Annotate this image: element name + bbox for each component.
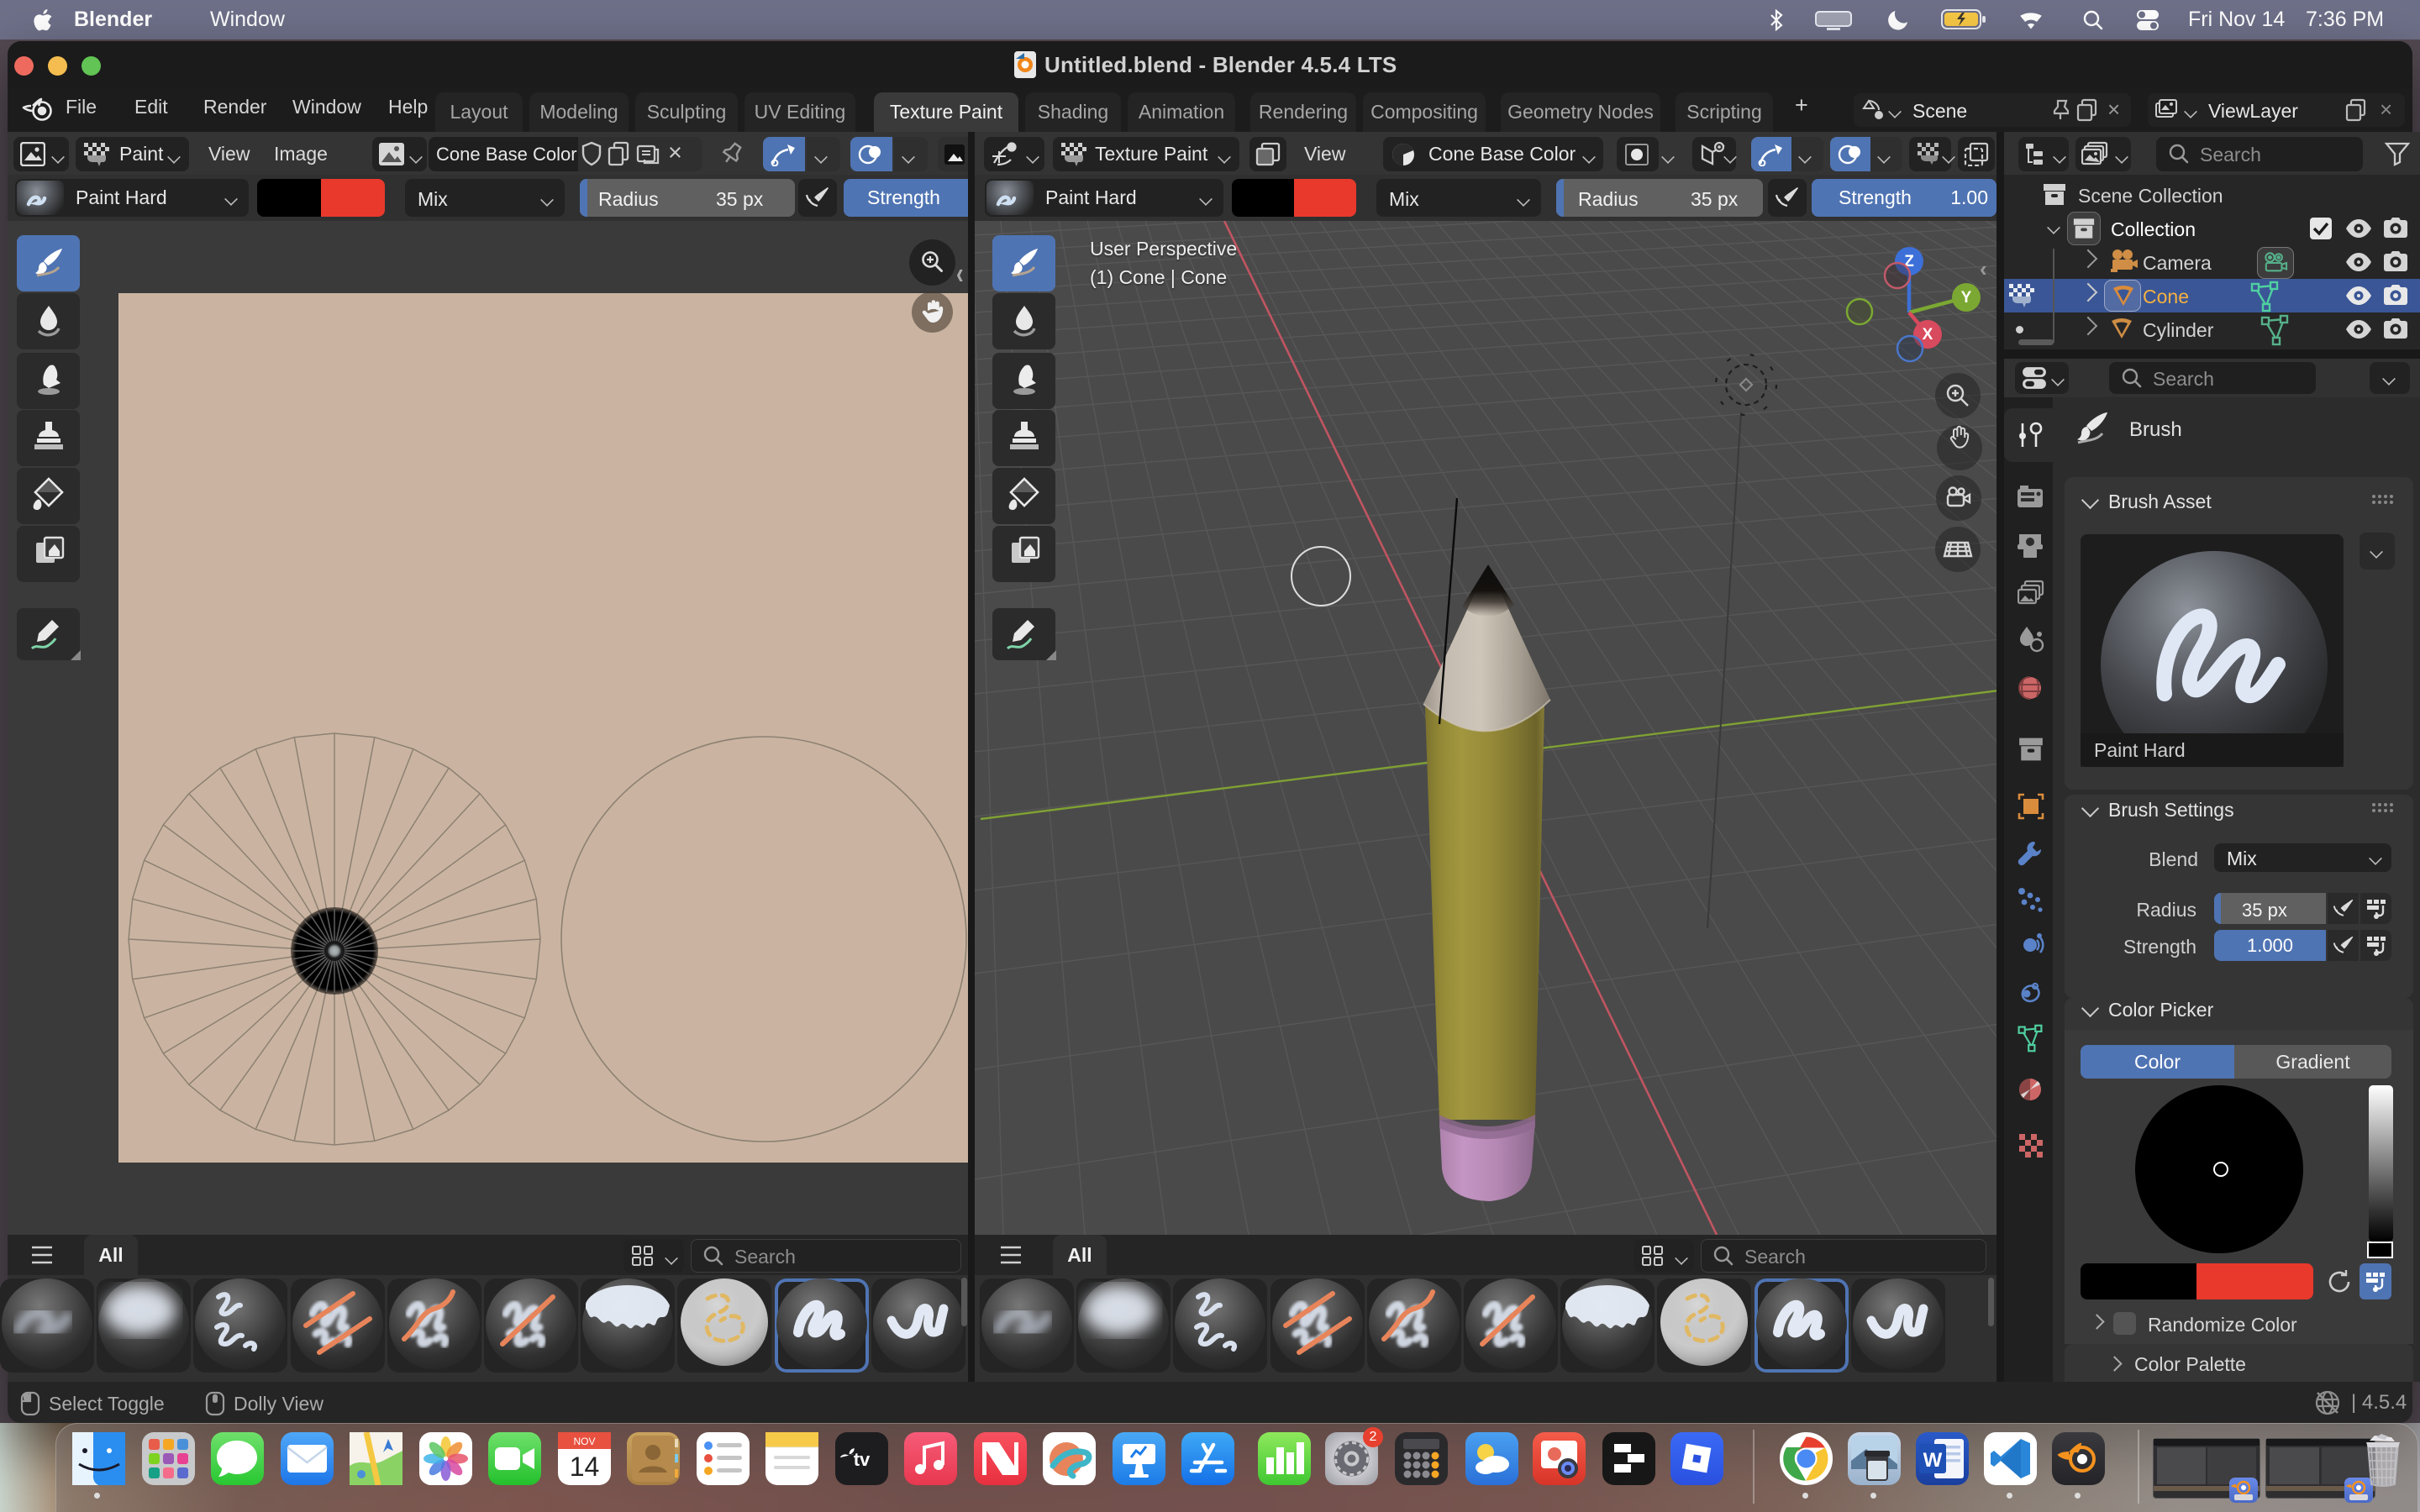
svg-text:W: W [1923,1449,1943,1472]
svg-text:NOV: NOV [573,1436,595,1447]
svg-text:tv: tv [854,1449,871,1470]
svg-text:X: X [1923,326,1933,344]
svg-text:‹: ‹ [1980,256,1987,281]
svg-text:14: 14 [570,1452,600,1482]
svg-text:Y: Y [1961,289,1972,307]
